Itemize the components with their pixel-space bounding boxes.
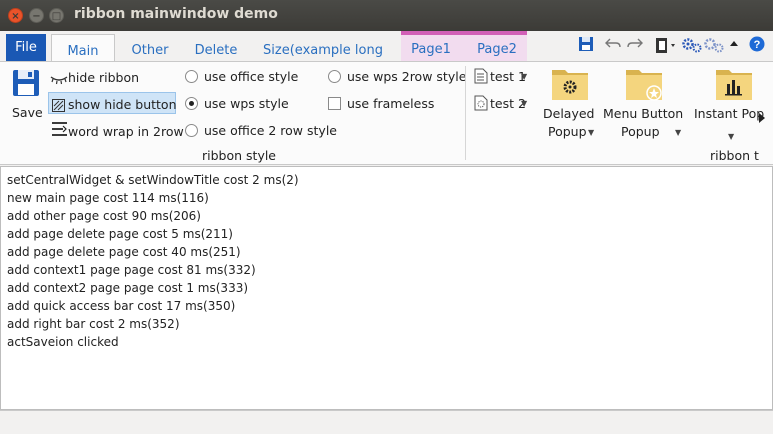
settings-icon[interactable] xyxy=(681,36,703,58)
log-line: add page delete page cost 5 ms(211) xyxy=(7,227,233,241)
instant-popup-dropdown-icon[interactable]: ▼ xyxy=(728,132,734,141)
frameless-checkbox[interactable] xyxy=(328,97,341,110)
group-title-ribbon-style: ribbon style xyxy=(202,148,276,163)
word-wrap-button[interactable]: word wrap in 2row xyxy=(68,124,184,139)
wps-2row-label[interactable]: use wps 2row style xyxy=(347,69,466,84)
clipboard-icon[interactable] xyxy=(654,36,678,58)
log-line: actSaveion clicked xyxy=(7,335,119,349)
svg-text:?: ? xyxy=(754,39,761,51)
file-button[interactable]: File xyxy=(6,34,46,61)
minimize-window-button[interactable]: − xyxy=(29,8,44,23)
save-icon[interactable] xyxy=(578,36,598,58)
title-bar: × − □ ribbon mainwindow demo xyxy=(0,0,773,31)
log-line: setCentralWidget & setWindowTitle cost 2… xyxy=(7,173,299,187)
scroll-right-icon[interactable] xyxy=(758,108,766,123)
menu-button-dropdown-icon[interactable]: ▼ xyxy=(675,128,681,137)
settings-dim-icon[interactable] xyxy=(703,36,725,58)
tab-page2[interactable]: Page2 xyxy=(471,35,523,61)
office-style-label[interactable]: use office style xyxy=(204,69,298,84)
document-icon xyxy=(474,68,488,84)
log-line: add page delete page cost 40 ms(251) xyxy=(7,245,241,259)
status-bar xyxy=(0,410,773,434)
help-icon[interactable]: ? xyxy=(749,36,767,58)
context-category: Page1 Page2 xyxy=(401,31,527,61)
window-title: ribbon mainwindow demo xyxy=(74,6,278,22)
delayed-popup-label-1[interactable]: Delayed xyxy=(543,106,594,121)
tab-page1[interactable]: Page1 xyxy=(405,35,457,61)
office-2row-radio[interactable] xyxy=(185,124,198,137)
log-line: add other page cost 90 ms(206) xyxy=(7,209,201,223)
log-line: add quick access bar cost 17 ms(350) xyxy=(7,299,236,313)
hide-ribbon-button[interactable]: hide ribbon xyxy=(68,70,139,85)
log-line: add right bar cost 2 ms(352) xyxy=(7,317,180,331)
log-line: new main page cost 114 ms(116) xyxy=(7,191,209,205)
delayed-popup-dropdown-icon[interactable]: ▼ xyxy=(588,128,594,137)
tab-size[interactable]: Size(example long page) xyxy=(253,34,393,92)
close-window-button[interactable]: × xyxy=(8,8,23,23)
document-gear-icon xyxy=(474,95,488,111)
wps-style-label[interactable]: use wps style xyxy=(204,96,289,111)
save-button-label[interactable]: Save xyxy=(12,105,43,120)
folder-star-icon[interactable] xyxy=(625,67,663,101)
show-hide-button[interactable]: show hide button xyxy=(68,97,177,112)
folder-chart-icon[interactable] xyxy=(715,67,753,100)
group-title-ribbon-t: ribbon t xyxy=(710,148,759,163)
tab-delete[interactable]: Delete xyxy=(190,34,242,61)
office-style-radio[interactable] xyxy=(185,70,198,83)
redo-icon[interactable] xyxy=(626,36,646,58)
test2-dropdown-icon[interactable]: ▼ xyxy=(521,99,527,108)
save-large-icon[interactable] xyxy=(12,69,40,97)
log-text-area[interactable]: setCentralWidget & setWindowTitle cost 2… xyxy=(0,166,773,410)
word-wrap-icon xyxy=(51,121,68,137)
folder-gear-icon[interactable] xyxy=(551,67,589,100)
log-line: add context2 page page cost 1 ms(333) xyxy=(7,281,249,295)
delayed-popup-label-2[interactable]: Popup xyxy=(548,124,587,139)
show-hide-icon xyxy=(52,97,65,112)
group-separator xyxy=(465,66,466,160)
ribbon-tab-bar: File Main Other Delete Size(example long… xyxy=(0,31,773,92)
menu-button-label-1[interactable]: Menu Button xyxy=(603,106,683,121)
collapse-ribbon-icon[interactable] xyxy=(728,36,742,58)
log-line: add context1 page page cost 81 ms(332) xyxy=(7,263,256,277)
ribbon-panel: Save hide ribbon show hide button word w… xyxy=(0,61,773,165)
frameless-label[interactable]: use frameless xyxy=(347,96,434,111)
wps-2row-radio[interactable] xyxy=(328,70,341,83)
maximize-window-button[interactable]: □ xyxy=(49,8,64,23)
instant-popup-label[interactable]: Instant Pop xyxy=(694,106,764,121)
tab-main[interactable]: Main xyxy=(51,34,115,61)
undo-icon[interactable] xyxy=(604,36,624,58)
tab-other[interactable]: Other xyxy=(126,34,174,61)
hide-ribbon-icon xyxy=(50,70,68,85)
test1-dropdown-icon[interactable]: ▼ xyxy=(521,72,527,81)
wps-style-radio[interactable] xyxy=(185,97,198,110)
main-window: × − □ ribbon mainwindow demo File Main O… xyxy=(0,0,773,434)
office-2row-label[interactable]: use office 2 row style xyxy=(204,123,337,138)
menu-button-label-2[interactable]: Popup xyxy=(621,124,660,139)
